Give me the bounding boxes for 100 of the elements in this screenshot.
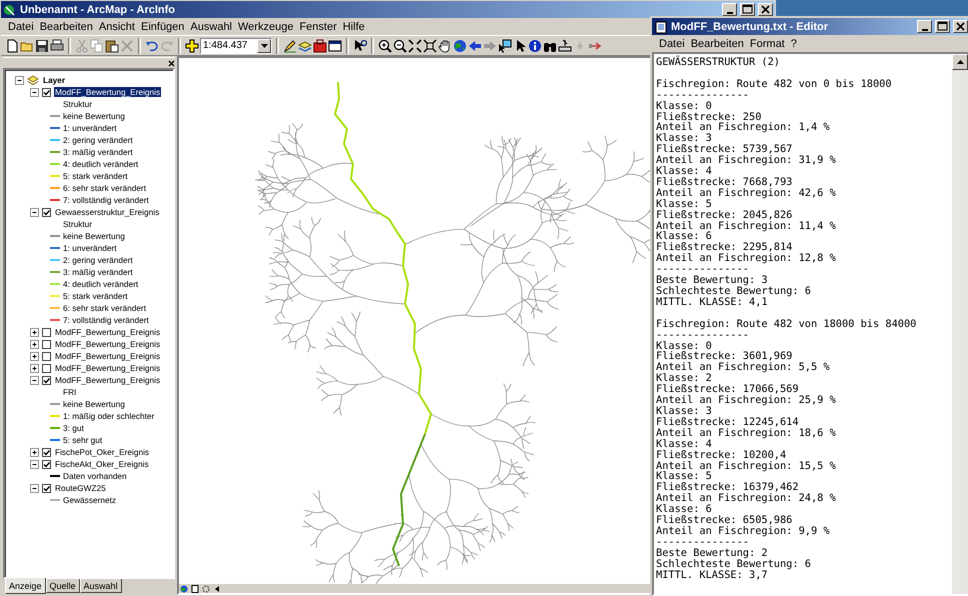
layer-checkbox[interactable] [42, 88, 51, 96]
window-icon[interactable] [328, 38, 342, 52]
text-line: Fließstrecke: 10200,4 [656, 450, 786, 460]
menu-item[interactable]: Fenster [296, 20, 340, 32]
legend-heading: FRI [63, 387, 76, 397]
maximize-button[interactable] [935, 20, 950, 33]
layers-icon[interactable] [298, 38, 312, 52]
add-data-icon[interactable] [185, 38, 199, 52]
expand-toggle[interactable] [15, 76, 24, 84]
expand-toggle[interactable] [30, 484, 39, 492]
layer-name[interactable]: FischePot_Oker_Ereignis [54, 447, 150, 457]
toolbox-icon[interactable] [313, 38, 327, 52]
legend-label: 5: sehr gut [63, 435, 102, 445]
layer-name[interactable]: ModFF_Bewertung_Ereignis [54, 327, 162, 337]
print-icon[interactable] [50, 38, 64, 52]
tree-root-label[interactable]: Layer [42, 75, 66, 85]
save-icon[interactable] [35, 38, 49, 52]
layer-checkbox[interactable] [42, 484, 51, 492]
expand-toggle[interactable] [30, 460, 39, 468]
expand-toggle[interactable] [30, 88, 39, 96]
close-icon [954, 21, 967, 32]
layer-name[interactable]: ModFF_Bewertung_Ereignis [54, 363, 162, 373]
text-line: --------------- [656, 330, 749, 341]
minimize-button[interactable] [722, 3, 737, 16]
pan-icon[interactable] [438, 38, 452, 52]
scrollbar[interactable] [952, 54, 968, 594]
expand-toggle[interactable] [30, 364, 39, 372]
globe-icon[interactable] [453, 38, 467, 52]
pencil-icon[interactable] [283, 38, 297, 52]
tab[interactable]: Auswahl [80, 579, 122, 593]
text-line: Anteil an Fischregion: 18,6 % [656, 428, 836, 439]
text-line: Fließstrecke: 17066,569 [656, 384, 799, 396]
legend-label: 2: gering verändert [63, 255, 133, 265]
caret-icon[interactable] [260, 44, 268, 48]
layer-checkbox[interactable] [42, 364, 51, 372]
layer-name[interactable]: ModFF_Bewertung_Ereignis [54, 375, 162, 385]
zoom-in-icon[interactable] [378, 38, 392, 52]
tab[interactable]: Anzeige [5, 578, 46, 594]
fixed-zoom-in-icon[interactable] [408, 38, 422, 52]
data-view-icon[interactable] [180, 584, 188, 592]
back-arrow-icon[interactable] [468, 38, 482, 52]
minimize-button[interactable] [917, 20, 932, 33]
expand-toggle[interactable] [30, 208, 39, 216]
scroll-up-icon[interactable] [956, 60, 964, 64]
menu-item[interactable]: Hilfe [340, 20, 368, 32]
menu-item[interactable]: Datei [5, 20, 37, 32]
expand-toggle[interactable] [30, 352, 39, 360]
zoom-out-icon[interactable] [393, 38, 407, 52]
layer-name[interactable]: ModFF_Bewertung_Ereignis [54, 87, 162, 97]
expand-toggle[interactable] [30, 376, 39, 384]
menu-item[interactable]: ? [788, 38, 800, 50]
layer-checkbox[interactable] [42, 460, 51, 468]
layer-name[interactable]: ModFF_Bewertung_Ereignis [54, 351, 162, 361]
layer-name[interactable]: FischeAkt_Oker_Ereignis [54, 459, 150, 469]
layer-name[interactable]: RouteGWZ25 [54, 483, 107, 493]
close-icon [759, 4, 772, 15]
new-file-icon[interactable] [5, 38, 19, 52]
menu-item[interactable]: Bearbeiten [688, 38, 747, 50]
close-button[interactable] [758, 3, 773, 16]
layer-name[interactable]: ModFF_Bewertung_Ereignis [54, 339, 162, 349]
menu-item[interactable]: Ansicht [96, 20, 138, 32]
paste-icon[interactable] [105, 38, 119, 52]
menu-item[interactable]: Datei [656, 38, 688, 50]
expand-toggle[interactable] [30, 340, 39, 348]
layer-checkbox[interactable] [42, 328, 51, 336]
fixed-zoom-out-icon[interactable] [423, 38, 437, 52]
undo-icon[interactable] [145, 38, 159, 52]
text-line: Anteil an Fischregion: 9,9 % [656, 526, 830, 537]
expand-toggle[interactable] [30, 328, 39, 336]
menu-item[interactable]: Bearbeiten [36, 20, 96, 32]
legend-label: 5: stark verändert [63, 171, 128, 181]
close-button[interactable] [953, 20, 968, 33]
legend-label: 7: vollständig verändert [63, 195, 149, 205]
scroll-left-icon[interactable] [213, 584, 221, 592]
app-icon [3, 2, 17, 16]
menu-item[interactable]: Auswahl [187, 20, 235, 32]
menu-item[interactable]: Werkzeuge [235, 20, 296, 32]
layer-checkbox[interactable] [42, 340, 51, 348]
maximize-button[interactable] [740, 3, 755, 16]
layer-checkbox[interactable] [42, 448, 51, 456]
expand-toggle[interactable] [30, 448, 39, 456]
layer-checkbox[interactable] [42, 352, 51, 360]
text-line: Beste Bewertung: 3 [656, 275, 768, 286]
layout-view-icon[interactable] [191, 584, 199, 592]
text-line: Fischregion: Route 482 von 0 bis 18000 [656, 78, 892, 90]
layer-name[interactable]: Gewaesserstruktur_Ereignis [54, 207, 160, 217]
close-icon[interactable] [168, 60, 175, 66]
menu-item[interactable]: Format [746, 38, 788, 50]
scale-combobox[interactable]: 1:484.437 [200, 38, 272, 54]
layer-checkbox[interactable] [42, 208, 51, 216]
select-features-icon[interactable] [498, 38, 512, 52]
text-line: Fließstrecke: 5739,567 [656, 144, 792, 156]
tab[interactable]: Quelle [46, 579, 80, 593]
window-title: Unbenannt - ArcMap - ArcInfo [20, 4, 176, 16]
text-line: Klasse: 0 [656, 100, 712, 112]
info-icon[interactable] [528, 38, 542, 52]
layer-checkbox[interactable] [42, 376, 51, 384]
pointer-help-icon[interactable] [353, 38, 367, 52]
menu-item[interactable]: Einfügen [138, 20, 188, 32]
legend-label: keine Bewertung [63, 111, 125, 121]
